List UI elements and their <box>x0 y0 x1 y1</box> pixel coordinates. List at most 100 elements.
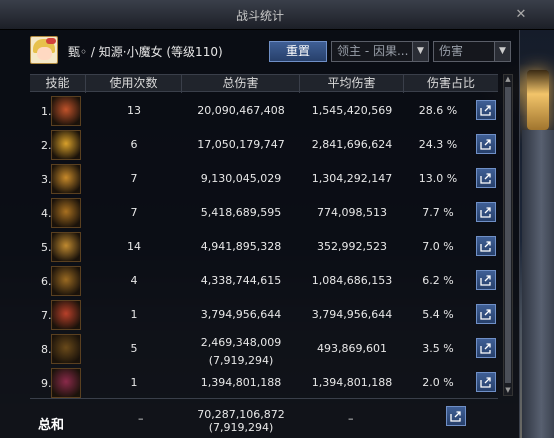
skill-icon <box>51 164 81 194</box>
row-rank: 7. <box>41 309 52 322</box>
uses-count: 13 <box>127 104 141 117</box>
uses-count: 6 <box>130 138 138 151</box>
share-icon <box>480 105 491 116</box>
table-row: 7. 1 3,794,956,644 3,794,956,644 5.4 % <box>30 298 498 332</box>
scroll-thumb[interactable] <box>505 87 511 383</box>
pillar-decoration <box>522 130 554 438</box>
table-row: 6. 4 4,338,744,615 1,084,686,153 6.2 % <box>30 264 498 298</box>
stat-type-dropdown[interactable]: 伤害 ▼ <box>433 41 511 62</box>
share-button[interactable] <box>476 134 496 154</box>
share-icon <box>480 207 491 218</box>
character-name: 甄◦ / 知源·小魔女 (等级110) <box>68 45 223 59</box>
share-button[interactable] <box>476 338 496 358</box>
share-total-button[interactable] <box>446 406 466 426</box>
avg-damage: 3,794,956,644 <box>311 308 393 321</box>
total-damage: 9,130,045,029 <box>200 172 282 185</box>
avg-damage: 1,304,292,147 <box>311 172 393 185</box>
share-button[interactable] <box>476 168 496 188</box>
skill-icon <box>51 96 81 126</box>
uses-count: 4 <box>130 274 138 287</box>
total-damage: 5,418,689,595 <box>200 206 282 219</box>
damage-share: 24.3 % <box>418 138 458 151</box>
column-header-avg-damage[interactable]: 平均伤害 <box>300 75 404 93</box>
title-bar[interactable]: 战斗统计 ✕ <box>0 0 554 30</box>
row-rank: 4. <box>41 207 52 220</box>
avg-damage: 1,394,801,188 <box>311 376 393 389</box>
uses-count: 7 <box>130 206 138 219</box>
uses-count: 14 <box>127 240 141 253</box>
damage-share: 6.2 % <box>422 274 454 287</box>
skill-icon <box>51 266 81 296</box>
divider <box>30 398 498 399</box>
scroll-up-icon[interactable]: ▲ <box>504 75 512 84</box>
total-damage: 4,941,895,328 <box>200 240 282 253</box>
row-rank: 6. <box>41 275 52 288</box>
table-row: 9. 1 1,394,801,188 1,394,801,188 2.0 % <box>30 366 498 400</box>
avg-damage: 1,545,420,569 <box>311 104 393 117</box>
avg-damage: 2,841,696,624 <box>311 138 393 151</box>
share-button[interactable] <box>476 304 496 324</box>
uses-count: 1 <box>130 308 138 321</box>
total-damage: 2,469,348,009 <box>200 336 282 349</box>
chevron-down-icon: ▼ <box>412 42 428 61</box>
totals-avg-damage: – <box>348 412 354 425</box>
totals-label: 总和 <box>38 418 65 433</box>
total-damage: 17,050,179,747 <box>197 138 285 151</box>
table-row: 4. 7 5,418,689,595 774,098,513 7.7 % <box>30 196 498 230</box>
row-rank: 9. <box>41 377 52 390</box>
row-rank: 3. <box>41 173 52 186</box>
damage-share: 13.0 % <box>418 172 458 185</box>
share-icon <box>480 173 491 184</box>
avg-damage: 352,992,523 <box>317 240 387 253</box>
share-button[interactable] <box>476 202 496 222</box>
window-title: 战斗统计 <box>235 9 284 23</box>
share-button[interactable] <box>476 372 496 392</box>
column-header-damage-share[interactable]: 伤害占比 <box>404 75 498 93</box>
totals-uses: – <box>138 412 144 425</box>
avg-damage: 1,084,686,153 <box>311 274 393 287</box>
chevron-down-icon: ▼ <box>494 42 510 61</box>
damage-share: 2.0 % <box>422 376 454 389</box>
scrollbar[interactable]: ▲ ▼ <box>503 74 513 396</box>
total-damage: 4,338,744,615 <box>200 274 282 287</box>
uses-count: 7 <box>130 172 138 185</box>
share-button[interactable] <box>476 100 496 120</box>
reset-button[interactable]: 重置 <box>269 41 327 62</box>
total-damage: 3,794,956,644 <box>200 308 282 321</box>
row-rank: 8. <box>41 343 52 356</box>
damage-share: 28.6 % <box>418 104 458 117</box>
skill-icon <box>51 232 81 262</box>
table-row: 1. 13 20,090,467,408 1,545,420,569 28.6 % <box>30 94 498 128</box>
totals-total-damage-sub: (7,919,294) <box>208 421 274 434</box>
skill-icon <box>51 368 81 398</box>
skill-icon <box>51 334 81 364</box>
column-header-skill[interactable]: 技能 <box>30 75 86 93</box>
column-header-total-damage[interactable]: 总伤害 <box>182 75 300 93</box>
share-icon <box>480 139 491 150</box>
column-header-uses[interactable]: 使用次数 <box>86 75 182 93</box>
row-rank: 2. <box>41 139 52 152</box>
share-icon <box>480 309 491 320</box>
row-rank: 1. <box>41 105 52 118</box>
target-filter-value: 领主 - 因果... <box>337 44 409 58</box>
row-rank: 5. <box>41 241 52 254</box>
table-row: 2. 6 17,050,179,747 2,841,696,624 24.3 % <box>30 128 498 162</box>
skill-icon <box>51 300 81 330</box>
share-icon <box>480 241 491 252</box>
share-icon <box>480 343 491 354</box>
share-button[interactable] <box>476 236 496 256</box>
table-row: 3. 7 9,130,045,029 1,304,292,147 13.0 % <box>30 162 498 196</box>
stat-type-value: 伤害 <box>439 44 464 58</box>
share-button[interactable] <box>476 270 496 290</box>
total-damage: 1,394,801,188 <box>200 376 282 389</box>
character-avatar <box>30 36 58 64</box>
table-row: 8. 5 2,469,348,009 (7,919,294) 493,869,601 3.… <box>30 332 498 367</box>
close-icon[interactable]: ✕ <box>514 8 528 22</box>
scroll-down-icon[interactable]: ▼ <box>504 386 512 395</box>
share-icon <box>450 411 461 422</box>
damage-share: 7.7 % <box>422 206 454 219</box>
uses-count: 5 <box>130 342 138 355</box>
table-header: 技能 使用次数 总伤害 平均伤害 伤害占比 <box>30 74 498 93</box>
target-filter-dropdown[interactable]: 领主 - 因果... ▼ <box>331 41 429 62</box>
damage-share: 3.5 % <box>422 342 454 355</box>
